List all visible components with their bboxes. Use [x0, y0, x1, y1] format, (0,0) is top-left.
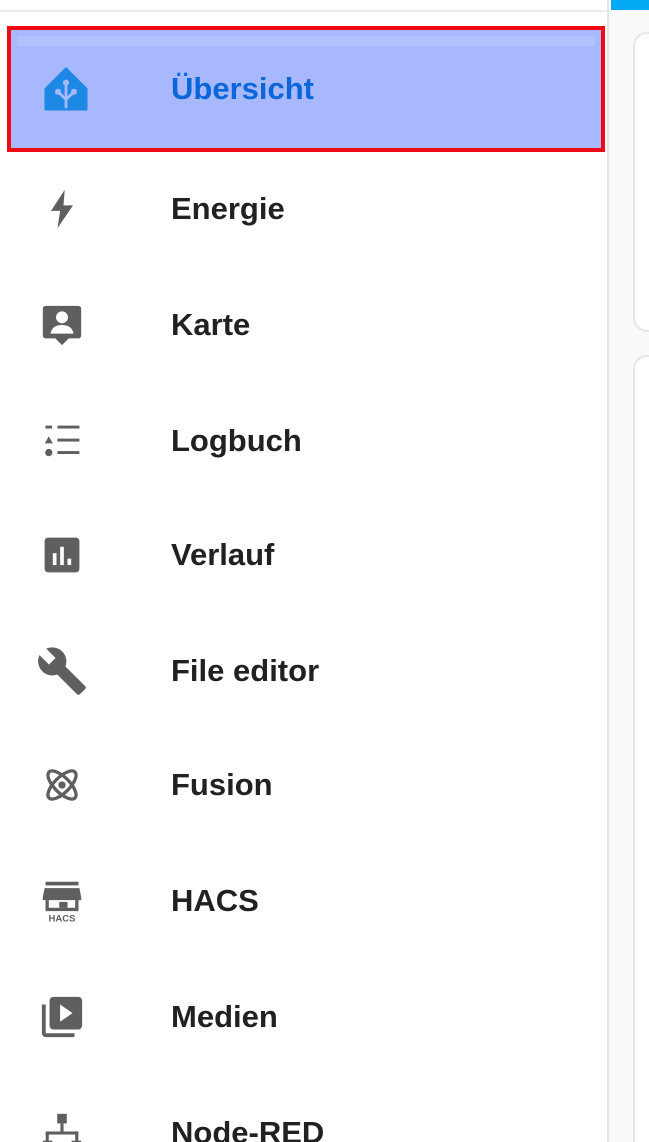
sidebar: Übersicht Energie Karte Logbuch Verlauf …	[0, 0, 609, 1142]
chart-box-icon	[34, 527, 90, 583]
sidebar-item-label: Karte	[171, 307, 251, 342]
logbook-list-icon	[34, 413, 90, 469]
play-box-multiple-icon	[34, 989, 90, 1045]
sidebar-item-hacs[interactable]: HACS HACS	[0, 843, 607, 959]
home-assistant-icon	[38, 61, 94, 117]
header-accent-bar	[611, 0, 649, 10]
main-content	[611, 0, 649, 1142]
sidebar-item-file-editor[interactable]: File editor	[0, 613, 607, 729]
wrench-icon	[34, 643, 90, 699]
sidebar-item-label: Verlauf	[171, 537, 275, 572]
sidebar-item-label: File editor	[171, 653, 320, 688]
sidebar-item-uebersicht[interactable]: Übersicht	[7, 26, 605, 152]
sidebar-item-label: HACS	[171, 883, 259, 918]
dashboard-card[interactable]	[633, 355, 649, 1142]
sidebar-item-medien[interactable]: Medien	[0, 959, 607, 1075]
sidebar-item-fusion[interactable]: Fusion	[0, 727, 607, 843]
dashboard-card[interactable]	[633, 32, 649, 332]
sidebar-item-label: Node-RED	[171, 1115, 325, 1142]
sidebar-item-verlauf[interactable]: Verlauf	[0, 497, 607, 613]
sidebar-item-label: Logbuch	[171, 423, 302, 458]
page: Übersicht Energie Karte Logbuch Verlauf …	[0, 0, 649, 1142]
sidebar-item-karte[interactable]: Karte	[0, 267, 607, 383]
sidebar-item-node-red[interactable]: Node-RED	[0, 1075, 607, 1142]
sidebar-item-energie[interactable]: Energie	[0, 151, 607, 267]
atom-icon	[34, 757, 90, 813]
sidebar-divider	[0, 10, 607, 12]
map-account-icon	[34, 297, 90, 353]
sidebar-item-label: Energie	[171, 191, 285, 226]
sidebar-item-logbuch[interactable]: Logbuch	[0, 383, 607, 499]
hacs-store-icon: HACS	[34, 873, 90, 929]
sidebar-item-label: Fusion	[171, 767, 273, 802]
lightning-bolt-icon	[34, 181, 90, 237]
sidebar-item-label: Übersicht	[171, 71, 314, 106]
sitemap-icon	[34, 1105, 90, 1142]
sidebar-item-label: Medien	[171, 999, 278, 1034]
hacs-icon-text: HACS	[49, 914, 76, 923]
